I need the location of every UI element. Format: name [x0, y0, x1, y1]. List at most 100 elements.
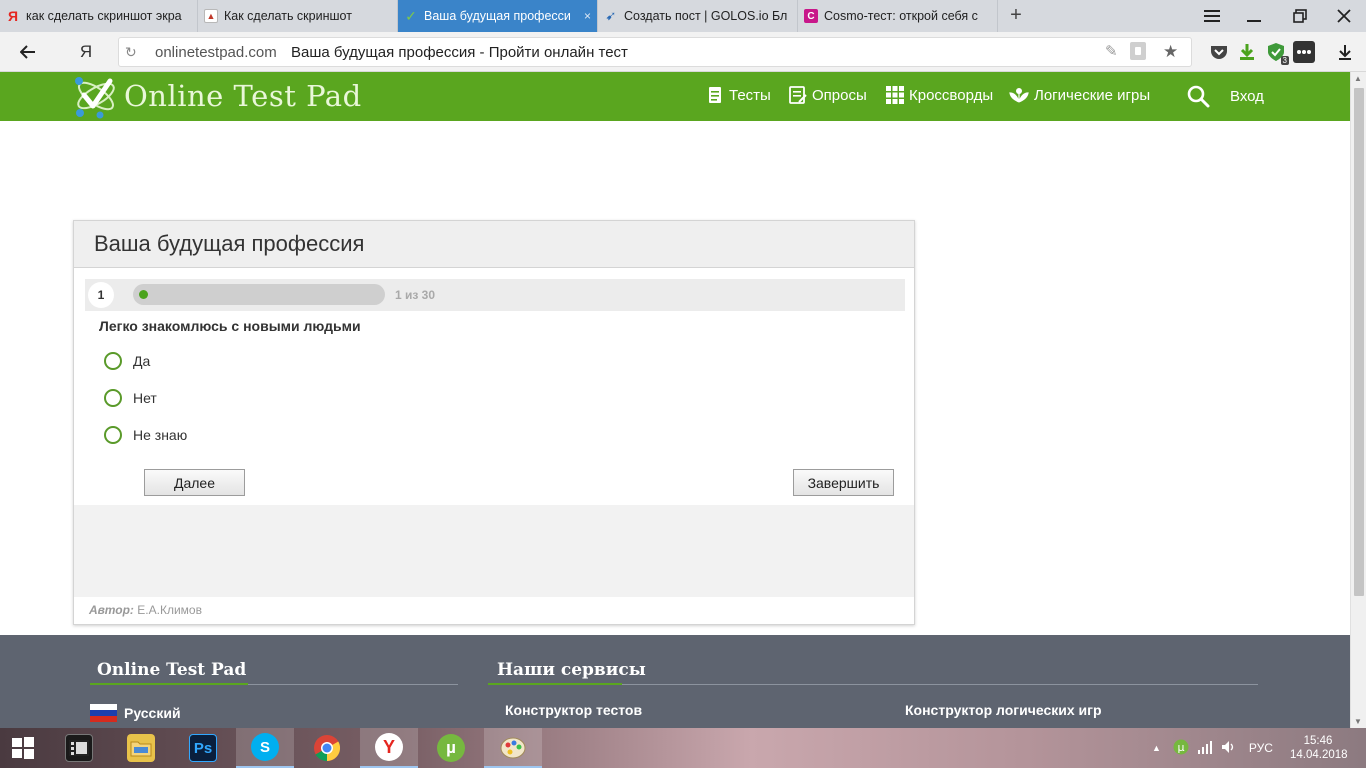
volume-icon[interactable] [1221, 740, 1237, 757]
test-card: Ваша будущая профессия 1 1 из 30 Легко з… [73, 220, 915, 625]
new-tab-button[interactable]: + [1006, 4, 1026, 28]
tab-golos-post[interactable]: ➹ Создать пост | GOLOS.io Бл [598, 0, 798, 32]
windows-logo-icon [12, 737, 34, 759]
lock-icon[interactable] [1129, 41, 1147, 65]
footer-link-logic-game-builder[interactable]: Конструктор логических игр [905, 702, 1102, 718]
close-window-icon[interactable] [1324, 0, 1364, 32]
taskbar-app-yandex-browser[interactable]: Y [360, 728, 418, 768]
test-card-gray-area [74, 505, 914, 597]
nav-label: Опросы [812, 86, 867, 104]
extensions-more-icon[interactable] [1293, 41, 1315, 63]
progress-bar [133, 284, 385, 305]
next-button[interactable]: Далее [144, 469, 245, 496]
yandex-icon: Я [7, 8, 19, 24]
answer-option-yes[interactable]: Да [104, 351, 150, 371]
menu-icon[interactable] [1192, 0, 1232, 32]
finish-button[interactable]: Завершить [793, 469, 894, 496]
browser-tab-strip: Я как сделать скриншот экра ▲ Как сделат… [0, 0, 1366, 32]
restore-icon[interactable] [1280, 0, 1320, 32]
document-icon: ▲ [204, 9, 218, 23]
minimize-icon[interactable] [1234, 0, 1274, 32]
footer-services-title: Наши сервисы [497, 660, 646, 680]
back-arrow-icon[interactable] [16, 40, 40, 64]
document-icon [706, 85, 724, 105]
progress-fill [139, 290, 148, 299]
test-title: Ваша будущая профессия [94, 231, 365, 256]
yandex-button[interactable]: Я [74, 40, 98, 64]
taskbar-app-explorer[interactable] [112, 728, 170, 768]
task-view-button[interactable] [50, 728, 108, 768]
taskbar-app-chrome[interactable] [298, 728, 356, 768]
site-logo[interactable]: Online Test Pad [72, 73, 362, 119]
chrome-icon [314, 735, 341, 762]
answer-label: Да [133, 353, 151, 369]
tab-future-profession[interactable]: ✓ Ваша будущая професси × [398, 0, 598, 32]
answer-label: Нет [133, 390, 157, 406]
tab-cosmo-test[interactable]: C Cosmo-тест: открой себя с [798, 0, 998, 32]
photoshop-icon: Ps [189, 734, 217, 762]
address-field[interactable]: ↻ onlinetestpad.com Ваша будущая професс… [118, 37, 1192, 67]
page-scrollbar[interactable]: ▲ ▼ [1350, 72, 1366, 728]
language-label: Русский [124, 705, 181, 721]
tab-title: Ваша будущая професси [424, 9, 571, 23]
question-number: 1 [88, 282, 114, 308]
answer-option-dont-know[interactable]: Не знаю [104, 425, 187, 445]
keyboard-language[interactable]: РУС [1249, 741, 1273, 755]
scroll-down-icon[interactable]: ▼ [1354, 717, 1362, 726]
footer-link-test-builder[interactable]: Конструктор тестов [505, 702, 642, 718]
taskbar-app-paint[interactable] [484, 728, 542, 768]
system-clock[interactable]: 15:46 14.04.2018 [1290, 734, 1348, 762]
logo-mark-icon [75, 77, 115, 119]
taskbar-app-utorrent[interactable]: µ [422, 728, 480, 768]
search-icon[interactable] [1186, 84, 1210, 108]
utorrent-icon: µ [437, 734, 465, 762]
cosmo-icon: C [804, 9, 818, 23]
login-link[interactable]: Вход [1230, 88, 1264, 105]
progress-count: 1 из 30 [395, 288, 436, 302]
test-card-header: Ваша будущая профессия [74, 221, 914, 268]
url-page-title: Ваша будущая профессия - Пройти онлайн т… [291, 44, 628, 61]
radio-button[interactable] [104, 389, 122, 407]
downloads-icon[interactable] [1334, 41, 1356, 63]
reload-icon[interactable]: ↻ [125, 44, 137, 61]
taskbar-app-skype[interactable]: S [236, 728, 294, 768]
answer-option-no[interactable]: Нет [104, 388, 157, 408]
nav-label: Кроссворды [909, 86, 994, 104]
network-icon[interactable] [1197, 740, 1213, 757]
extension-badge: 3 [1280, 56, 1289, 65]
grid-icon [886, 85, 904, 105]
radio-button[interactable] [104, 426, 122, 444]
language-selector[interactable]: Русский [90, 704, 181, 722]
protect-icon[interactable]: ✎ [1105, 42, 1118, 60]
utorrent-tray-icon[interactable]: µ [1173, 739, 1189, 758]
address-bar-row: Я ↻ onlinetestpad.com Ваша будущая профе… [0, 32, 1366, 72]
scrollbar-thumb[interactable] [1354, 88, 1364, 596]
tray-expand-icon[interactable]: ▲ [1152, 743, 1161, 753]
yandex-browser-icon: Y [375, 733, 403, 761]
system-tray: ▲ µ РУС [1152, 728, 1273, 768]
nav-crosswords[interactable]: Кроссворды [886, 85, 993, 105]
download-helper-icon[interactable] [1236, 41, 1258, 63]
pocket-icon[interactable] [1208, 41, 1230, 63]
tab-screenshot-search[interactable]: Я как сделать скриншот экра [0, 0, 198, 32]
answer-label: Не знаю [133, 427, 188, 443]
question-text: Легко знакомлюсь с новыми людьми [99, 318, 361, 334]
file-explorer-icon [127, 734, 155, 762]
windows-start-button[interactable] [0, 728, 46, 768]
taskbar-app-photoshop[interactable]: Ps [174, 728, 232, 768]
nav-polls[interactable]: Опросы [789, 85, 867, 105]
scroll-up-icon[interactable]: ▲ [1354, 74, 1362, 83]
adguard-icon[interactable]: 3 [1265, 41, 1289, 65]
site-header: Online Test Pad Тесты Опросы Кроссворды … [0, 72, 1350, 121]
close-icon[interactable]: × [584, 9, 591, 23]
nav-logic-games[interactable]: Логические игры [1009, 85, 1150, 105]
puzzle-icon [1009, 85, 1029, 105]
nav-tests[interactable]: Тесты [706, 85, 771, 105]
film-icon [65, 734, 93, 762]
tab-screenshot-article[interactable]: ▲ Как сделать скриншот [198, 0, 398, 32]
url-domain: onlinetestpad.com [155, 44, 277, 61]
star-icon[interactable]: ★ [1163, 42, 1178, 62]
progress-row: 1 1 из 30 [85, 279, 905, 311]
radio-button[interactable] [104, 352, 122, 370]
skype-icon: S [251, 733, 279, 761]
